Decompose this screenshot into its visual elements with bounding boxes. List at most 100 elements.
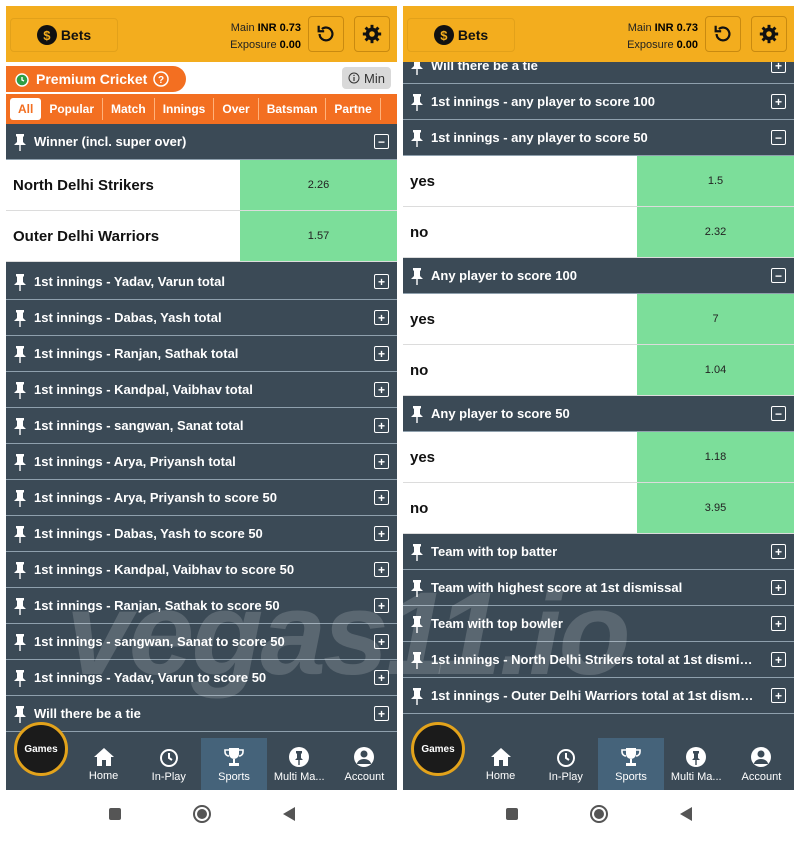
bets-button[interactable]: $ Bets xyxy=(10,18,118,52)
pin-icon[interactable] xyxy=(403,267,431,285)
nav-sports[interactable]: Sports xyxy=(598,738,664,790)
expand-icon[interactable]: + xyxy=(771,616,786,631)
collapse-icon[interactable]: − xyxy=(374,134,389,149)
odds-button[interactable]: 2.32 xyxy=(637,207,794,257)
tab-over[interactable]: Over xyxy=(214,98,259,120)
settings-button[interactable] xyxy=(751,16,787,52)
expand-icon[interactable]: + xyxy=(374,526,389,541)
pin-icon[interactable] xyxy=(403,543,431,561)
market-header[interactable]: Team with highest score at 1st dismissal… xyxy=(403,570,794,606)
expand-icon[interactable]: + xyxy=(374,274,389,289)
expand-icon[interactable]: + xyxy=(374,598,389,613)
market-header[interactable]: 1st innings - Ranjan, Sathak total + xyxy=(6,336,397,372)
market-header[interactable]: 1st innings - Dabas, Yash total + xyxy=(6,300,397,336)
expand-icon[interactable]: + xyxy=(374,670,389,685)
market-header[interactable]: 1st innings - Dabas, Yash to score 50 + xyxy=(6,516,397,552)
min-button[interactable]: Min xyxy=(342,67,391,89)
market-header[interactable]: 1st innings - Kandpal, Vaibhav to score … xyxy=(6,552,397,588)
expand-icon[interactable]: + xyxy=(374,562,389,577)
games-button[interactable]: Games xyxy=(6,722,71,790)
tab-match[interactable]: Match xyxy=(103,98,155,120)
market-header[interactable]: 1st innings - sangwan, Sanat to score 50… xyxy=(6,624,397,660)
market-header[interactable]: 1st innings - Yadav, Varun to score 50 + xyxy=(6,660,397,696)
expand-icon[interactable]: + xyxy=(771,544,786,559)
market-header[interactable]: Team with top batter + xyxy=(403,534,794,570)
odds-button[interactable]: 1.57 xyxy=(240,211,397,261)
pin-icon[interactable] xyxy=(6,489,34,507)
pin-icon[interactable] xyxy=(403,615,431,633)
market-header[interactable]: 1st innings - Outer Delhi Warriors total… xyxy=(403,678,794,714)
market-header-winner[interactable]: Winner (incl. super over) − xyxy=(6,124,397,160)
expand-icon[interactable]: + xyxy=(771,652,786,667)
market-header[interactable]: 1st innings - Arya, Priyansh total + xyxy=(6,444,397,480)
pin-icon[interactable] xyxy=(403,405,431,423)
back-icon[interactable] xyxy=(282,806,296,822)
pin-icon[interactable] xyxy=(6,705,34,723)
home-circle-icon[interactable] xyxy=(192,804,212,824)
expand-icon[interactable]: + xyxy=(771,580,786,595)
market-header[interactable]: Will there be a tie + xyxy=(6,696,397,732)
odds-button[interactable]: 7 xyxy=(637,294,794,344)
odds-button[interactable]: 1.18 xyxy=(637,432,794,482)
pin-icon[interactable] xyxy=(6,453,34,471)
tab-innings[interactable]: Innings xyxy=(155,98,215,120)
odds-button[interactable]: 2.26 xyxy=(240,160,397,210)
market-header[interactable]: Will there be a tie + xyxy=(403,62,794,84)
pin-icon[interactable] xyxy=(6,381,34,399)
nav-account[interactable]: Account xyxy=(729,738,794,790)
tab-popular[interactable]: Popular xyxy=(41,98,104,120)
pin-icon[interactable] xyxy=(403,651,431,669)
nav-multi-markets[interactable]: Multi Ma... xyxy=(267,738,332,790)
pin-icon[interactable] xyxy=(403,687,431,705)
market-header[interactable]: Team with top bowler + xyxy=(403,606,794,642)
expand-icon[interactable]: + xyxy=(374,706,389,721)
tab-batsman[interactable]: Batsman xyxy=(259,98,327,120)
odds-button[interactable]: 1.04 xyxy=(637,345,794,395)
settings-button[interactable] xyxy=(354,16,390,52)
market-header[interactable]: 1st innings - Arya, Priyansh to score 50… xyxy=(6,480,397,516)
market-header[interactable]: Any player to score 50 − xyxy=(403,396,794,432)
market-header[interactable]: 1st innings - North Delhi Strikers total… xyxy=(403,642,794,678)
nav-home[interactable]: Home xyxy=(468,738,533,790)
expand-icon[interactable]: + xyxy=(374,634,389,649)
bets-button[interactable]: $ Bets xyxy=(407,18,515,52)
refresh-button[interactable] xyxy=(308,16,344,52)
expand-icon[interactable]: + xyxy=(374,382,389,397)
market-header[interactable]: 1st innings - any player to score 50 − xyxy=(403,120,794,156)
expand-icon[interactable]: + xyxy=(771,688,786,703)
pin-icon[interactable] xyxy=(403,129,431,147)
pin-icon[interactable] xyxy=(6,561,34,579)
nav-sports[interactable]: Sports xyxy=(201,738,267,790)
home-circle-icon[interactable] xyxy=(589,804,609,824)
recents-icon[interactable] xyxy=(505,807,519,821)
market-header[interactable]: 1st innings - sangwan, Sanat total + xyxy=(6,408,397,444)
pin-icon[interactable] xyxy=(403,62,431,75)
market-header[interactable]: 1st innings - any player to score 100 + xyxy=(403,84,794,120)
pin-icon[interactable] xyxy=(403,579,431,597)
collapse-icon[interactable]: − xyxy=(771,268,786,283)
pin-icon[interactable] xyxy=(6,597,34,615)
pin-icon[interactable] xyxy=(6,273,34,291)
tab-all[interactable]: All xyxy=(10,98,42,120)
nav-multi-markets[interactable]: Multi Ma... xyxy=(664,738,729,790)
refresh-button[interactable] xyxy=(705,16,741,52)
pin-icon[interactable] xyxy=(6,309,34,327)
tab-partnership[interactable]: Partne xyxy=(326,98,381,120)
expand-icon[interactable]: + xyxy=(374,490,389,505)
pin-icon[interactable] xyxy=(6,417,34,435)
pin-icon[interactable] xyxy=(6,525,34,543)
games-button[interactable]: Games xyxy=(403,722,468,790)
market-header[interactable]: 1st innings - Yadav, Varun total + xyxy=(6,264,397,300)
nav-in-play[interactable]: In-Play xyxy=(533,738,598,790)
market-header[interactable]: 1st innings - Kandpal, Vaibhav total + xyxy=(6,372,397,408)
expand-icon[interactable]: + xyxy=(771,94,786,109)
pin-icon[interactable] xyxy=(6,669,34,687)
expand-icon[interactable]: + xyxy=(374,418,389,433)
expand-icon[interactable]: + xyxy=(374,454,389,469)
pin-icon[interactable] xyxy=(6,133,34,151)
market-header[interactable]: 1st innings - Ranjan, Sathak to score 50… xyxy=(6,588,397,624)
pin-icon[interactable] xyxy=(6,345,34,363)
expand-icon[interactable]: + xyxy=(374,346,389,361)
nav-home[interactable]: Home xyxy=(71,738,136,790)
back-icon[interactable] xyxy=(679,806,693,822)
